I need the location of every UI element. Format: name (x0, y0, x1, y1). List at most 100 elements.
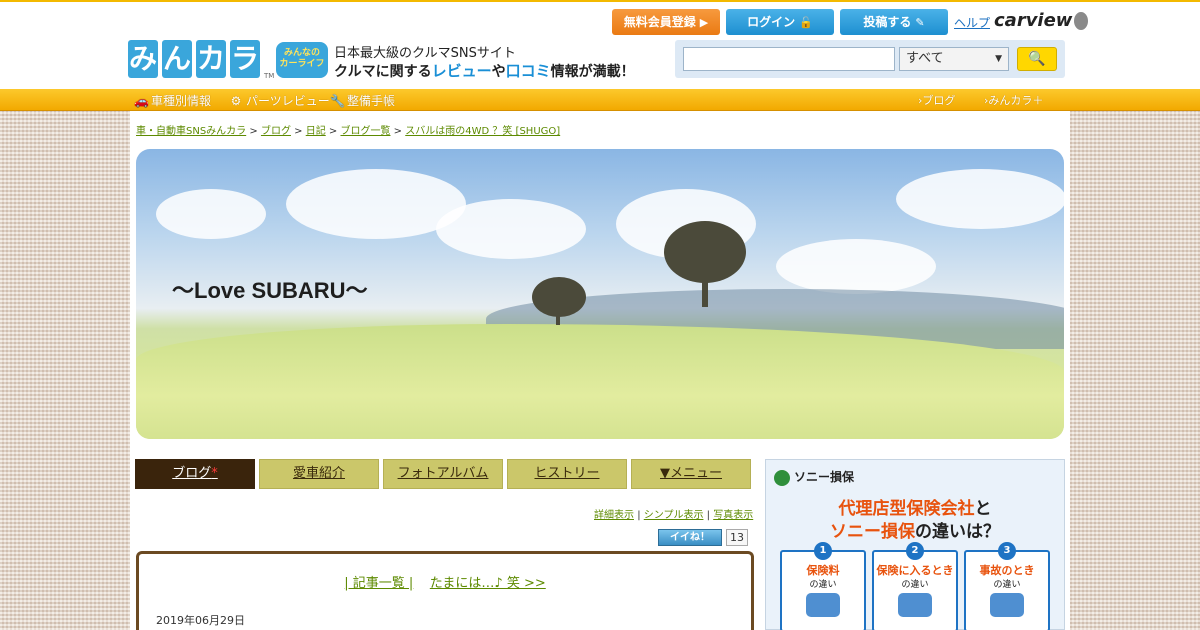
nav-item-blog[interactable]: ›ブログ (918, 92, 955, 108)
breadcrumb-link[interactable]: 車・自動車SNSみんカラ (136, 126, 246, 137)
post-button[interactable]: 投稿する ✎ (840, 9, 948, 35)
sony-insurance-ad[interactable]: ソニー損保 代理店型保険会社と ソニー損保の違いは？ 1 保険料 の違い 2 保… (765, 459, 1065, 630)
search-category-select[interactable]: すべて ▼ (899, 47, 1009, 71)
ad-headline-part: と (974, 499, 992, 519)
register-button[interactable]: 無料会員登録 ▶ (612, 9, 720, 35)
nav-item-car-info[interactable]: 🚗 車種別情報 (134, 92, 211, 109)
site-header: み ん カ ラ TM みんなの カーライフ 日本最大級のクルマSNSサイト クル… (0, 0, 1200, 89)
banner-cloud (436, 199, 586, 259)
breadcrumb-separator: > (249, 126, 258, 137)
search-bar: すべて ▼ 🔍 (675, 40, 1065, 78)
money-bag-icon (806, 593, 840, 617)
like-button[interactable]: イイね！ (658, 529, 722, 546)
tab-menu[interactable]: ▼メニュー (631, 459, 751, 489)
blog-title: ～Love SUBARU～ (172, 278, 368, 303)
tagline-secondary: クルマに関するレビューや口コミ情報が満載！ (334, 60, 635, 81)
tab-car-intro[interactable]: 愛車紹介 (259, 459, 379, 489)
search-input[interactable] (683, 47, 895, 71)
tagline-part: 情報が満載！ (550, 64, 635, 80)
badge-bottom-text: カーライフ (279, 59, 325, 69)
view-mode-links: 詳細表示 | シンプル表示 | 写真表示 (594, 506, 753, 521)
ad-card-number: 3 (998, 542, 1016, 560)
nav-item-parts-review[interactable]: ⚙ パーツレビュー (229, 92, 330, 109)
tab-history[interactable]: ヒストリー (507, 459, 627, 489)
next-article-link[interactable]: たまには…♪ 笑 >> (430, 576, 546, 591)
car-icon: 🚗 (134, 94, 149, 108)
ad-card-sub: の違い (809, 580, 837, 590)
view-photo-link[interactable]: 写真表示 (713, 510, 753, 521)
carview-mark-icon (1074, 12, 1089, 30)
ad-card-title: 保険料 (806, 564, 840, 577)
gear-icon: ⚙ (230, 94, 242, 108)
post-date: 2019年06月29日 (156, 614, 245, 627)
minkara-logo[interactable]: み ん カ ラ (128, 40, 264, 82)
logo-char: み (128, 40, 158, 78)
ad-card: 1 保険料 の違い (780, 542, 866, 630)
register-label: 無料会員登録 (623, 15, 696, 29)
tagline-primary: 日本最大級のクルマSNSサイト (334, 46, 516, 61)
breadcrumb-link[interactable]: ブログ一覧 (340, 126, 390, 137)
ad-card-title: 事故のとき (979, 564, 1035, 577)
banner-field (136, 324, 1064, 439)
breadcrumb-separator: > (328, 126, 338, 137)
logo-tm: TM (264, 72, 275, 80)
login-button[interactable]: ログイン 🔓 (726, 9, 834, 35)
banner-tree-trunk (702, 277, 708, 307)
tagline-review: レビュー (431, 62, 492, 80)
breadcrumb-link[interactable]: ブログ (261, 126, 291, 137)
tab-blog[interactable]: ブログ* (135, 459, 255, 489)
tab-label: ブログ (172, 466, 212, 481)
post-label: 投稿する (863, 15, 912, 29)
wrench-icon: 🔧 (330, 94, 345, 108)
banner-tree-trunk (556, 311, 560, 325)
ad-card: 3 事故のとき の違い (964, 542, 1050, 630)
banner-tree (664, 221, 746, 283)
ad-card-sub: の違い (993, 580, 1021, 590)
unlock-icon: 🔓 (799, 16, 813, 29)
like-count: 13 (726, 529, 748, 546)
nav-item-maintenance[interactable]: 🔧 整備手帳 (330, 92, 395, 109)
nav-item-label: 車種別情報 (151, 94, 212, 108)
ad-headline-part: 代理店型保険会社 (838, 499, 975, 519)
view-simple-link[interactable]: シンプル表示 (644, 510, 704, 521)
banner-cloud (896, 169, 1064, 229)
view-detail-link[interactable]: 詳細表示 (594, 510, 634, 521)
ad-card: 2 保険に入るとき の違い (872, 542, 958, 630)
logo-char: カ (196, 40, 226, 78)
blog-post: | 記事一覧 | たまには…♪ 笑 >> 2019年06月29日 (136, 551, 754, 630)
breadcrumb: 車・自動車SNSみんカラ > ブログ > 日記 > ブログ一覧 > スバルは雨の… (136, 122, 560, 137)
post-navigation: | 記事一覧 | たまには…♪ 笑 >> (139, 572, 751, 591)
tab-star: * (211, 466, 218, 481)
logo-char: ん (162, 40, 192, 78)
car-crash-icon (990, 593, 1024, 617)
blog-page: 車・自動車SNSみんカラ > ブログ > 日記 > ブログ一覧 > スバルは雨の… (130, 111, 1070, 630)
ad-headline: ソニー損保の違いは？ (766, 517, 1064, 542)
breadcrumb-link[interactable]: 日記 (306, 126, 326, 137)
banner-cloud (156, 189, 266, 239)
ad-card-sub: の違い (901, 580, 929, 590)
blog-tabs: ブログ* 愛車紹介 フォトアルバム ヒストリー ▼メニュー (135, 459, 755, 489)
ad-brand-text: ソニー損保 (794, 470, 855, 484)
play-icon: ▶ (699, 16, 709, 29)
tab-photo-album[interactable]: フォトアルバム (383, 459, 503, 489)
help-link[interactable]: ヘルプ (954, 14, 990, 31)
logo-char: ラ (230, 40, 260, 78)
nav-item-minkara-plus[interactable]: ›みんカラ＋ (984, 92, 1043, 108)
ad-card-title: 保険に入るとき (876, 564, 954, 577)
like-widget: イイね！ 13 (658, 529, 748, 546)
ad-headline-part: の違いは？ (915, 522, 1000, 542)
car-life-badge: みんなの カーライフ (276, 42, 328, 78)
search-icon: 🔍 (1028, 51, 1046, 67)
search-button[interactable]: 🔍 (1017, 47, 1057, 71)
breadcrumb-current[interactable]: スバルは雨の4WD ？笑 [SHUGO] (405, 126, 560, 137)
blog-header-banner: ～Love SUBARU～ (136, 149, 1064, 439)
ad-brand: ソニー損保 (774, 468, 854, 486)
search-category-value: すべて (906, 51, 944, 66)
article-list-link[interactable]: | 記事一覧 | (344, 576, 413, 591)
ad-headline-part: ソニー損保 (830, 522, 915, 542)
carview-text: carview (994, 10, 1073, 31)
pencil-icon: ✎ (915, 16, 925, 29)
ad-headline: 代理店型保険会社と (766, 494, 1064, 519)
ad-card-number: 1 (814, 542, 832, 560)
carview-logo[interactable]: carview (994, 10, 1089, 31)
